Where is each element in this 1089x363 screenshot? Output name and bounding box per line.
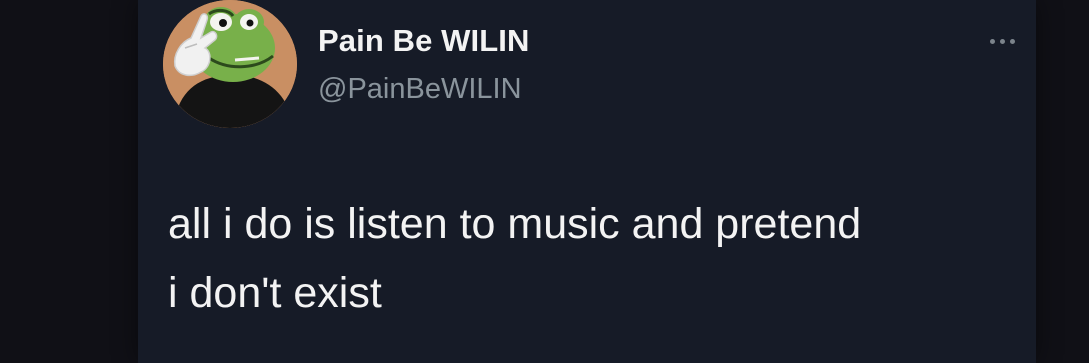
author-handle[interactable]: @PainBeWILIN <box>318 73 522 106</box>
more-options-button[interactable] <box>980 28 1024 54</box>
frog-avatar-icon <box>163 0 297 128</box>
tweet-text-line: all i do is listen to music and pretend <box>168 200 862 248</box>
more-options-icon-dot <box>1009 38 1015 44</box>
author-display-name[interactable]: Pain Be WILIN <box>318 23 529 59</box>
tweet-text-line: i don't exist <box>168 269 382 317</box>
more-options-icon-dot <box>999 38 1005 44</box>
screenshot-stage: Pain Be WILIN @PainBeWILIN all i do is l… <box>0 0 1089 363</box>
tweet-text: all i do is listen to music and pretend … <box>168 190 1028 328</box>
more-options-icon <box>989 38 995 44</box>
profile-avatar[interactable] <box>163 0 297 128</box>
